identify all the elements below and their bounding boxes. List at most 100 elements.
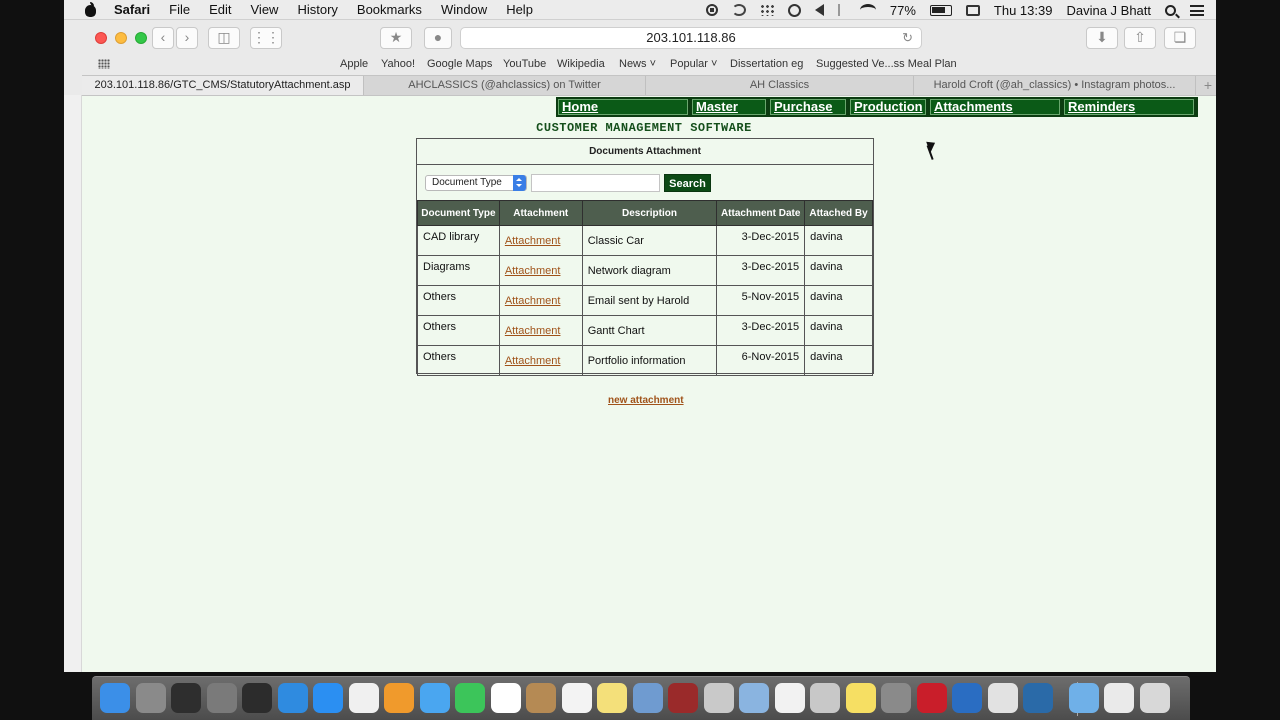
dock-stickies-icon[interactable] xyxy=(845,683,876,713)
tab-twitter[interactable]: AHCLASSICS (@ahclassics) on Twitter xyxy=(364,76,646,95)
dock-trash-icon[interactable] xyxy=(1139,683,1170,713)
dock-photo-booth-icon[interactable] xyxy=(171,683,201,713)
sidebar-icon[interactable]: ◫ xyxy=(208,27,240,49)
dock-contacts-icon[interactable] xyxy=(526,683,556,713)
col-attachment[interactable]: Attachment xyxy=(498,200,583,226)
menu-help[interactable]: Help xyxy=(506,2,533,17)
dock-preview-icon[interactable] xyxy=(632,683,663,713)
grid-dots-icon[interactable] xyxy=(759,4,774,16)
attachment-link[interactable]: Attachment xyxy=(498,315,583,346)
menu-bookmarks[interactable]: Bookmarks xyxy=(357,2,422,17)
bookmark-youtube[interactable]: YouTube xyxy=(503,58,546,70)
dock-facetime-icon[interactable] xyxy=(455,683,485,713)
search-input[interactable] xyxy=(531,174,660,192)
dock-safari-icon[interactable] xyxy=(277,683,308,713)
nav-attachments[interactable]: Attachments xyxy=(930,99,1060,115)
dock-image-capture-icon[interactable] xyxy=(703,683,734,713)
tab-instagram[interactable]: Harold Croft (@ah_classics) • Instagram … xyxy=(914,76,1196,95)
menu-app-name[interactable]: Safari xyxy=(114,2,150,17)
col-attached-by[interactable]: Attached By xyxy=(804,200,873,226)
new-attachment-link[interactable]: new attachment xyxy=(608,395,684,406)
downloads-icon[interactable]: ⬇ xyxy=(1086,27,1118,49)
tabs-overview-icon[interactable]: ❏ xyxy=(1164,27,1196,49)
close-window-button[interactable] xyxy=(95,32,107,44)
menu-history[interactable]: History xyxy=(297,2,337,17)
bluetooth-icon[interactable] xyxy=(837,4,846,16)
new-tab-icon[interactable]: + xyxy=(1204,76,1212,95)
share-icon[interactable]: ⇧ xyxy=(1124,27,1156,49)
dock-notes-icon[interactable] xyxy=(597,683,627,713)
dock-word-icon[interactable] xyxy=(952,683,982,713)
dock-calculator-icon[interactable] xyxy=(881,683,911,713)
bookmark-dissertation[interactable]: Dissertation eg xyxy=(730,58,803,70)
menu-edit[interactable]: Edit xyxy=(209,2,231,17)
dock-messages-icon[interactable] xyxy=(419,683,450,713)
dock-app-store-icon[interactable] xyxy=(313,683,343,713)
dock-documents-icon[interactable] xyxy=(1104,683,1134,713)
bookmark-yahoo[interactable]: Yahoo! xyxy=(381,58,415,70)
nav-master[interactable]: Master xyxy=(692,99,766,115)
menu-window[interactable]: Window xyxy=(441,2,487,17)
forward-button[interactable]: › xyxy=(176,27,198,49)
search-button[interactable]: Search xyxy=(664,174,711,192)
nav-home[interactable]: Home xyxy=(558,99,688,115)
spotlight-icon[interactable] xyxy=(1165,4,1176,16)
minimize-window-button[interactable] xyxy=(115,32,127,44)
back-button[interactable]: ‹ xyxy=(152,27,174,49)
nav-reminders[interactable]: Reminders xyxy=(1064,99,1194,115)
bookmark-news[interactable]: News ˅ xyxy=(619,58,656,70)
bookmark-google-maps[interactable]: Google Maps xyxy=(427,58,492,70)
reload-icon[interactable]: ↻ xyxy=(902,28,913,48)
col-description[interactable]: Description xyxy=(581,200,718,226)
dock-photo-booth-2-icon[interactable] xyxy=(668,683,698,713)
col-attachment-date[interactable]: Attachment Date xyxy=(716,200,806,226)
wifi-icon[interactable] xyxy=(859,4,876,16)
dock-system-preferences-icon[interactable] xyxy=(206,683,237,713)
dock-photos-icon[interactable] xyxy=(774,683,805,713)
privacy-icon[interactable]: ● xyxy=(424,27,452,49)
dock-chrome-icon[interactable] xyxy=(987,683,1018,713)
attachment-link[interactable]: Attachment xyxy=(498,345,583,376)
bookmark-meal-plan[interactable]: Suggested Ve...ss Meal Plan xyxy=(816,58,957,70)
zoom-window-button[interactable] xyxy=(135,32,147,44)
clock-time[interactable]: Thu 13:39 xyxy=(994,3,1053,18)
col-document-type[interactable]: Document Type xyxy=(417,200,500,226)
tab-statutory-attachment[interactable]: 203.101.118.86/GTC_CMS/StatutoryAttachme… xyxy=(82,76,364,95)
dock-calendar-icon[interactable] xyxy=(490,683,521,713)
address-bar[interactable]: 203.101.118.86 ↻ xyxy=(460,27,922,49)
menu-file[interactable]: File xyxy=(169,2,190,17)
record-icon[interactable] xyxy=(705,4,718,16)
dock-itunes-icon[interactable] xyxy=(348,683,379,713)
nav-production[interactable]: Production xyxy=(850,99,926,115)
dock-finder-icon[interactable] xyxy=(100,683,130,713)
dock-launchpad-icon[interactable] xyxy=(135,683,166,713)
dock-preview-2-icon[interactable] xyxy=(739,683,769,713)
volume-icon[interactable] xyxy=(814,4,824,16)
dock-ibooks-icon[interactable] xyxy=(384,683,414,713)
nav-purchase[interactable]: Purchase xyxy=(770,99,846,115)
menu-view[interactable]: View xyxy=(251,2,279,17)
notification-center-icon[interactable] xyxy=(1190,4,1204,16)
screen-icon[interactable] xyxy=(965,4,980,16)
user-name[interactable]: Davina J Bhatt xyxy=(1066,3,1151,18)
dock-downloads-icon[interactable] xyxy=(1068,683,1099,713)
time-machine-icon[interactable] xyxy=(787,3,801,17)
show-all-bookmarks-icon[interactable] xyxy=(98,59,110,69)
attachment-link[interactable]: Attachment xyxy=(498,255,583,286)
tab-ah-classics[interactable]: AH Classics xyxy=(646,76,914,95)
dock-cleaner-icon[interactable] xyxy=(916,683,947,713)
attachment-link[interactable]: Attachment xyxy=(498,225,583,256)
apple-icon[interactable] xyxy=(82,1,100,18)
favorites-icon[interactable]: ★ xyxy=(380,27,412,49)
bookmark-wikipedia[interactable]: Wikipedia xyxy=(557,58,605,70)
dock-reminders-icon[interactable] xyxy=(561,683,592,713)
bookmark-popular[interactable]: Popular ˅ xyxy=(670,58,717,70)
top-sites-icon[interactable]: ⋮⋮ xyxy=(250,27,282,49)
url-text[interactable]: 203.101.118.86 xyxy=(646,30,735,45)
bookmark-apple[interactable]: Apple xyxy=(340,58,368,70)
dock-mail-icon[interactable] xyxy=(810,683,840,713)
select-arrows-icon[interactable] xyxy=(513,175,526,191)
dock-dashboard-icon[interactable] xyxy=(242,683,272,713)
document-type-select[interactable]: Document Type xyxy=(425,175,527,191)
dock-quicktime-icon[interactable] xyxy=(1023,683,1053,713)
